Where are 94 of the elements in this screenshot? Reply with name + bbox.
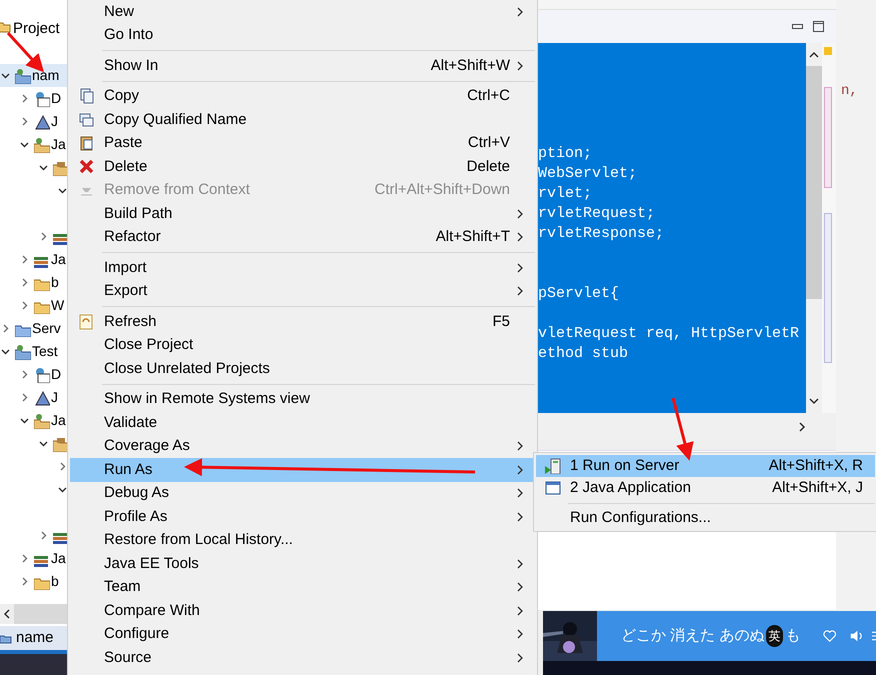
chevron-down-icon[interactable] bbox=[20, 140, 29, 149]
tree-item[interactable]: b bbox=[51, 272, 59, 293]
menu-item[interactable]: Restore from Local History... bbox=[70, 528, 535, 552]
menu-item[interactable]: Show In Alt+Shift+W bbox=[70, 54, 535, 78]
chevron-down-icon[interactable] bbox=[20, 416, 29, 425]
menu-item[interactable]: Delete Delete bbox=[70, 155, 535, 178]
tree-item[interactable]: Ja bbox=[51, 134, 66, 155]
menu-item[interactable]: Close Project bbox=[70, 334, 535, 357]
chevron-down-icon[interactable] bbox=[39, 163, 48, 172]
menu-item[interactable]: Close Unrelated Projects bbox=[70, 357, 535, 380]
ime-badge[interactable]: 英 bbox=[766, 625, 783, 647]
arrow bbox=[672, 398, 694, 461]
menu-item[interactable]: Java EE Tools bbox=[70, 552, 535, 576]
horizontal-scrollbar[interactable] bbox=[0, 604, 67, 624]
service-icon bbox=[34, 390, 50, 406]
menu-item[interactable]: Refresh F5 bbox=[70, 310, 535, 334]
menu-item[interactable]: Team bbox=[70, 576, 535, 599]
menu-item[interactable]: Configure bbox=[70, 622, 535, 646]
menu-item[interactable]: Import bbox=[70, 256, 535, 280]
project-icon bbox=[15, 68, 31, 84]
menu-item[interactable]: Validate bbox=[70, 411, 535, 434]
chevron-up-icon[interactable] bbox=[809, 51, 819, 58]
view-tab[interactable]: name bbox=[0, 626, 67, 650]
menu-item[interactable]: 2 Java Application Alt+Shift+X, J bbox=[536, 477, 875, 499]
chevron-down-icon[interactable] bbox=[809, 398, 819, 405]
lyrics-text: どこか 消えた あのぬ bbox=[621, 626, 764, 646]
menu-item[interactable]: Profile As bbox=[70, 505, 535, 528]
menu-item[interactable]: 1 Run on Server Alt+Shift+X, R bbox=[536, 455, 875, 477]
lyrics-text: も bbox=[786, 626, 801, 646]
chevron-down-icon[interactable] bbox=[58, 485, 67, 494]
code-fragment: n, bbox=[841, 83, 858, 99]
copy-icon bbox=[79, 88, 95, 104]
descriptor-icon bbox=[34, 366, 50, 382]
project-icon bbox=[15, 344, 31, 360]
volume-icon[interactable] bbox=[850, 628, 864, 644]
service-icon bbox=[34, 114, 50, 130]
minimize-icon[interactable] bbox=[792, 24, 803, 30]
code-line: rvletResponse; bbox=[538, 224, 666, 244]
chevron-right-icon[interactable] bbox=[799, 422, 806, 432]
heart-icon[interactable] bbox=[822, 628, 836, 644]
server-icon bbox=[545, 458, 561, 474]
menu-item[interactable]: Refactor Alt+Shift+T bbox=[70, 226, 535, 249]
menu-item[interactable]: Run Configurations... bbox=[536, 507, 875, 529]
code-line: vletRequest req, HttpServletR bbox=[538, 324, 800, 344]
code-line: rvlet; bbox=[538, 184, 594, 204]
tree-item[interactable]: J bbox=[51, 111, 58, 132]
tree-item[interactable]: J bbox=[51, 387, 58, 408]
tree-item[interactable]: Ja bbox=[51, 548, 66, 569]
menu-item[interactable]: Debug As bbox=[70, 482, 535, 505]
tree-item[interactable]: nam bbox=[0, 64, 67, 87]
copy-icon bbox=[79, 112, 95, 128]
folder-icon bbox=[0, 20, 11, 34]
menu-icon[interactable] bbox=[872, 629, 876, 643]
refresh-icon bbox=[79, 314, 95, 330]
menu-item[interactable]: Export bbox=[70, 280, 535, 303]
descriptor-icon bbox=[34, 90, 50, 106]
menu-item[interactable]: Build Path bbox=[70, 202, 535, 226]
chevron-down-icon[interactable] bbox=[39, 439, 48, 448]
tree-item[interactable]: Serv bbox=[32, 318, 61, 339]
tree-item[interactable]: D bbox=[51, 88, 62, 109]
code-line: rvletRequest; bbox=[538, 204, 656, 224]
tree-item[interactable]: D bbox=[51, 364, 62, 385]
menu-item[interactable]: Run As bbox=[70, 458, 535, 482]
chevron-left-icon[interactable] bbox=[3, 609, 11, 619]
menu-item[interactable]: Copy Ctrl+C bbox=[70, 84, 535, 108]
code-line: ethod stub bbox=[538, 344, 630, 364]
resources-icon bbox=[34, 412, 50, 428]
code-line: pServlet{ bbox=[538, 284, 620, 304]
menu-item[interactable]: Compare With bbox=[70, 599, 535, 622]
menu-item[interactable]: Source bbox=[70, 646, 535, 670]
resources-icon bbox=[34, 136, 50, 152]
tree-item[interactable]: Test bbox=[32, 341, 58, 362]
menu-item[interactable]: Coverage As bbox=[70, 434, 535, 458]
menu-item[interactable]: Go Into bbox=[70, 24, 535, 47]
tree-item[interactable]: b bbox=[51, 571, 59, 592]
menu-item[interactable]: Show in Remote Systems view bbox=[70, 388, 535, 411]
menu-item[interactable]: Paste Ctrl+V bbox=[70, 132, 535, 155]
chevron-down-icon[interactable] bbox=[1, 71, 10, 80]
code-editor[interactable]: ption; WebServlet; rvlet; rvletRequest; rvletResponse; pServlet{ vletRequest req, HttpServletR ethod stub bbox=[538, 43, 806, 413]
clipboard-icon bbox=[79, 135, 95, 152]
taskbar bbox=[0, 650, 67, 675]
chevron-down-icon[interactable] bbox=[58, 186, 67, 195]
maximize-icon[interactable] bbox=[813, 21, 824, 32]
window-icon bbox=[545, 480, 561, 496]
menu-item[interactable]: Copy Qualified Name bbox=[70, 108, 535, 132]
tree-item[interactable]: Ja bbox=[51, 249, 66, 270]
menu-item[interactable]: New bbox=[70, 0, 535, 24]
code-line: WebServlet; bbox=[538, 164, 638, 184]
code-line: ption; bbox=[538, 144, 594, 164]
panel-title: Project bbox=[13, 19, 60, 39]
tree-item[interactable]: Ja bbox=[51, 410, 66, 431]
delete-icon bbox=[79, 158, 95, 175]
tree-item[interactable]: W bbox=[51, 295, 64, 316]
chevron-down-icon[interactable] bbox=[1, 347, 10, 356]
